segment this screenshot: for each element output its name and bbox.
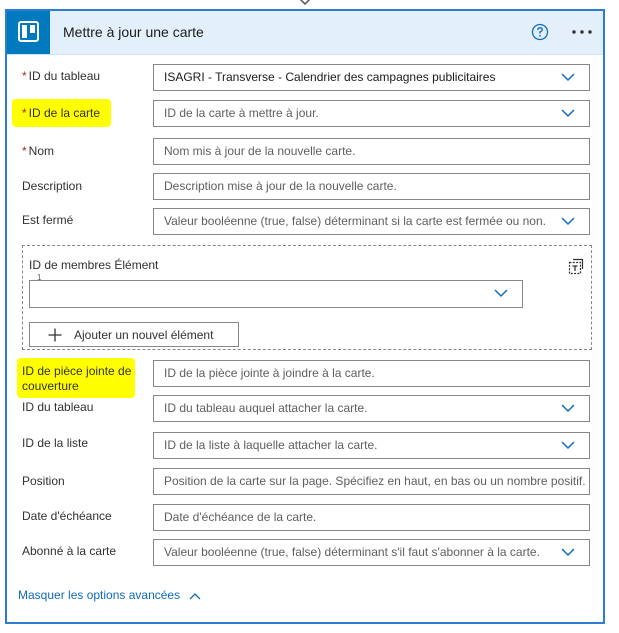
name-input[interactable]: Nom mis à jour de la nouvelle carte. [153,138,590,165]
label-name: * Nom [22,144,55,158]
chevron-down-icon[interactable] [561,548,575,557]
chevron-down-icon[interactable] [561,441,575,450]
closed-placeholder: Valeur booléenne (true, false) détermina… [164,214,546,228]
board-id-2-placeholder: ID du tableau auquel attacher la carte. [164,401,368,415]
plus-icon [48,328,62,342]
add-item-label: Ajouter un nouvel élément [74,328,214,342]
chevron-down-icon[interactable] [561,404,575,413]
label-description: Description [22,179,83,193]
description-placeholder: Description mise à jour de la nouvelle c… [164,179,397,193]
action-card: Mettre à jour une carte * ID du tableau I… [5,9,605,624]
subscribed-dropdown[interactable]: Valeur booléenne (true, false) détermina… [153,539,590,566]
hide-advanced-options-label: Masquer les options avancées [18,588,181,602]
members-label: ID de membres Élément [29,258,159,272]
label-due-date: Date d'échéance [22,509,112,523]
board-id-value: ISAGRI - Transverse - Calendrier des cam… [164,70,496,84]
label-list-id: ID de la liste [22,436,89,450]
label-position: Position [22,474,65,488]
chevron-down-icon[interactable] [494,289,508,298]
members-array: ID de membres Élément 1 Ajouter un nouve… [22,245,592,350]
label-cover-attachment: ID de pièce jointe de couverture [22,364,132,393]
list-id-dropdown[interactable]: ID de la liste à laquelle attacher la ca… [153,432,590,459]
label-subscribed: Abonné à la carte [22,544,117,558]
label-closed: Est fermé [22,213,74,227]
cover-attachment-placeholder: ID de la pièce jointe à joindre à la car… [164,366,375,380]
add-item-button[interactable]: Ajouter un nouvel élément [29,322,239,347]
due-date-input[interactable]: Date d'échéance de la carte. [153,504,590,531]
position-placeholder: Position de la carte sur la page. Spécif… [164,474,586,488]
label-card-id: * ID de la carte [22,106,101,120]
subscribed-placeholder: Valeur booléenne (true, false) détermina… [164,545,540,559]
position-input[interactable]: Position de la carte sur la page. Spécif… [153,468,590,495]
description-input[interactable]: Description mise à jour de la nouvelle c… [153,173,590,200]
card-header[interactable]: Mettre à jour une carte [7,11,603,55]
connector-arrow-icon [299,0,311,6]
board-id-dropdown[interactable]: ISAGRI - Transverse - Calendrier des cam… [153,64,590,91]
chevron-up-icon [189,592,201,600]
chevron-down-icon[interactable] [561,73,575,82]
card-id-dropdown[interactable]: ID de la carte à mettre à jour. [153,100,590,127]
label-board-id-2: ID du tableau [22,400,94,414]
due-date-placeholder: Date d'échéance de la carte. [164,510,317,524]
board-id-2-dropdown[interactable]: ID du tableau auquel attacher la carte. [153,395,590,422]
more-horizontal-icon[interactable] [569,21,595,43]
card-id-placeholder: ID de la carte à mettre à jour. [164,106,319,120]
chevron-down-icon[interactable] [561,217,575,226]
cover-attachment-input[interactable]: ID de la pièce jointe à joindre à la car… [153,360,590,387]
label-board-id: * ID du tableau [22,69,101,83]
member-id-dropdown[interactable] [29,280,523,308]
name-placeholder: Nom mis à jour de la nouvelle carte. [164,144,356,158]
trello-icon [7,11,50,54]
list-id-placeholder: ID de la liste à laquelle attacher la ca… [164,438,378,452]
chevron-down-icon[interactable] [561,109,575,118]
switch-to-text-icon[interactable] [567,258,585,276]
hide-advanced-options-link[interactable]: Masquer les options avancées [18,588,201,602]
closed-dropdown[interactable]: Valeur booléenne (true, false) détermina… [153,208,590,235]
help-circle-icon[interactable] [531,23,549,41]
card-title: Mettre à jour une carte [63,24,204,40]
